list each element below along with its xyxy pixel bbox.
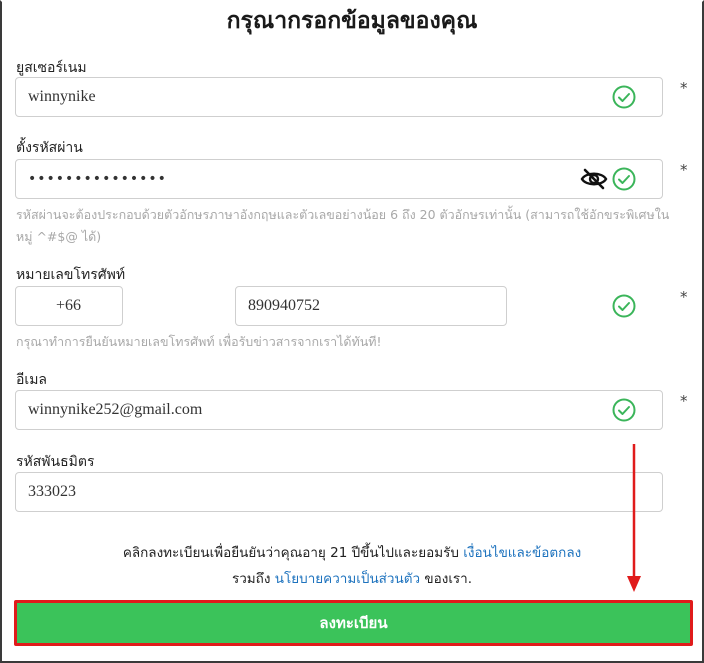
register-button[interactable]: ลงทะเบียน	[14, 600, 693, 646]
country-code-field[interactable]: +66	[15, 286, 123, 326]
privacy-link[interactable]: นโยบายความเป็นส่วนตัว	[275, 571, 420, 587]
form-title: กรุณากรอกข้อมูลของคุณ	[226, 8, 478, 34]
eye-slash-icon[interactable]	[580, 167, 608, 191]
email-field[interactable]: winnynike252@gmail.com	[15, 390, 663, 430]
check-circle-icon	[612, 294, 636, 318]
required-asterisk: *	[680, 79, 688, 97]
required-asterisk: *	[680, 161, 688, 179]
password-hint: รหัสผ่านจะต้องประกอบด้วยตัวอักษรภาษาอังก…	[16, 207, 670, 244]
terms-link[interactable]: เงื่อนไขและข้อตกลง	[463, 545, 581, 561]
required-asterisk: *	[680, 392, 688, 410]
phone-hint: กรุณาทำการยืนยันหมายเลขโทรศัพท์ เพื่อรับ…	[16, 334, 382, 349]
check-circle-icon	[612, 398, 636, 422]
username-field[interactable]: winnynike	[15, 77, 663, 117]
phone-label: หมายเลขโทรศัพท์	[16, 267, 126, 283]
required-asterisk: *	[680, 288, 688, 306]
password-field[interactable]: •••••••••••••••	[15, 159, 663, 199]
privacy-suffix: ของเรา.	[424, 571, 473, 587]
password-label: ตั้งรหัสผ่าน	[16, 140, 83, 156]
check-circle-icon	[612, 85, 636, 109]
referral-label: รหัสพันธมิตร	[16, 454, 95, 470]
check-circle-icon	[612, 167, 636, 191]
privacy-prefix: รวมถึง	[231, 571, 271, 587]
terms-text: คลิกลงทะเบียนเพื่อยืนยันว่าคุณอายุ 21 ปี…	[0, 540, 704, 566]
referral-code-field[interactable]: 333023	[15, 472, 663, 512]
email-label: อีเมล	[16, 372, 48, 388]
terms-line1-text: คลิกลงทะเบียนเพื่อยืนยันว่าคุณอายุ 21 ปี…	[122, 545, 459, 561]
privacy-text: รวมถึง นโยบายความเป็นส่วนตัว ของเรา.	[0, 566, 704, 592]
phone-field[interactable]: 890940752	[235, 286, 507, 326]
username-label: ยูสเซอร์เนม	[16, 60, 87, 76]
annotation-arrow	[627, 444, 641, 592]
